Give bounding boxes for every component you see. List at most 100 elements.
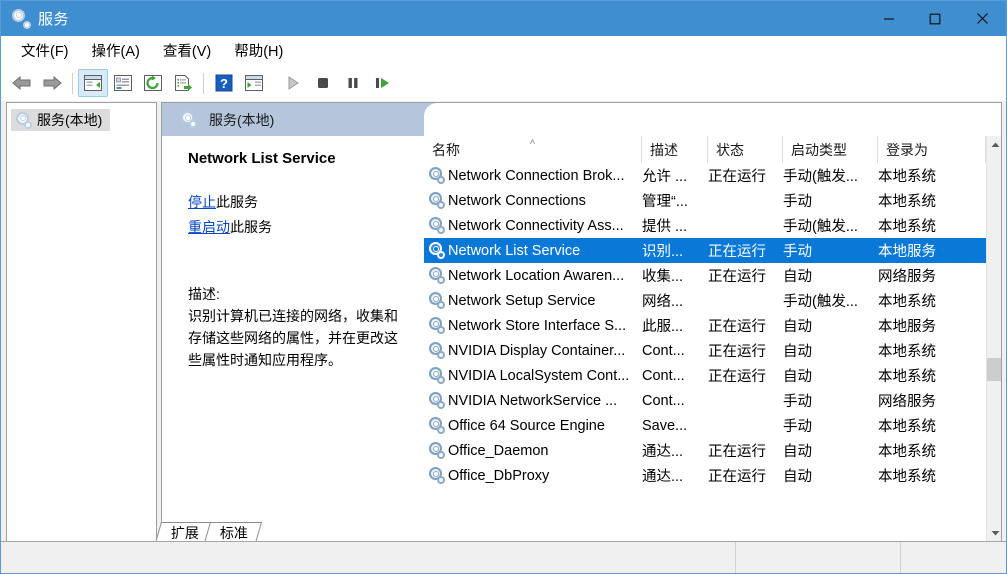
column-name[interactable]: 名称˄ bbox=[424, 136, 642, 163]
toolbar-separator-2 bbox=[203, 73, 204, 94]
vertical-scrollbar[interactable] bbox=[986, 136, 1002, 541]
table-row[interactable]: Network Location Awaren...收集...正在运行自动网络服… bbox=[424, 263, 986, 288]
start-service-icon[interactable] bbox=[278, 69, 308, 97]
list-header-corner bbox=[424, 103, 1002, 136]
service-gear-icon bbox=[428, 167, 445, 184]
table-row[interactable]: Network Connection Brok...允许 ...正在运行手动(触… bbox=[424, 163, 986, 188]
restart-service-action: 重启动此服务 bbox=[188, 217, 410, 238]
table-row[interactable]: Network Store Interface S...此服...正在运行自动本… bbox=[424, 313, 986, 338]
table-row[interactable]: NVIDIA NetworkService ...Cont...手动网络服务 bbox=[424, 388, 986, 413]
status-segment-main bbox=[1, 542, 736, 573]
cell-name: NVIDIA Display Container... bbox=[424, 338, 642, 363]
column-name-label: 名称 bbox=[432, 140, 460, 160]
cell-status: 正在运行 bbox=[708, 313, 783, 338]
cell-description: Cont... bbox=[642, 338, 708, 363]
maximize-button[interactable] bbox=[912, 1, 958, 36]
cell-name: Network Location Awaren... bbox=[424, 263, 642, 288]
restart-service-icon[interactable] bbox=[368, 69, 398, 97]
back-arrow-icon[interactable] bbox=[7, 69, 37, 97]
cell-description: 提供 ... bbox=[642, 213, 708, 238]
pause-service-icon[interactable] bbox=[338, 69, 368, 97]
show-hide-console-tree-icon[interactable] bbox=[78, 69, 108, 97]
detail-pane: 服务(本地) Network List Service 停止此服务 重启动此服务… bbox=[162, 103, 424, 541]
cell-description: Save... bbox=[642, 413, 708, 438]
service-gear-icon bbox=[428, 442, 445, 459]
menu-file[interactable]: 文件(F) bbox=[12, 37, 78, 65]
service-name-text: Network Location Awaren... bbox=[448, 268, 624, 284]
service-name-text: NVIDIA LocalSystem Cont... bbox=[448, 368, 629, 384]
table-row[interactable]: NVIDIA LocalSystem Cont...Cont...正在运行自动本… bbox=[424, 363, 986, 388]
cell-status: 正在运行 bbox=[708, 263, 783, 288]
table-row[interactable]: Office_DbProxy通达...正在运行自动本地系统 bbox=[424, 463, 986, 488]
cell-name: Office_DbProxy bbox=[424, 463, 642, 488]
table-row[interactable]: Network List Service识别...正在运行手动本地服务 bbox=[424, 238, 986, 263]
forward-arrow-icon[interactable] bbox=[37, 69, 67, 97]
cell-description: Cont... bbox=[642, 388, 708, 413]
minimize-button[interactable] bbox=[866, 1, 912, 36]
scroll-up-arrow-icon[interactable] bbox=[987, 136, 1002, 153]
cell-name: Network Connectivity Ass... bbox=[424, 213, 642, 238]
tab-standard-label: 标准 bbox=[220, 523, 248, 543]
cell-log-on-as: 本地系统 bbox=[878, 288, 986, 313]
cell-status: 正在运行 bbox=[708, 463, 783, 488]
stop-service-icon[interactable] bbox=[308, 69, 338, 97]
column-status[interactable]: 状态 bbox=[708, 136, 783, 163]
cell-description: 此服... bbox=[642, 313, 708, 338]
restart-service-link[interactable]: 重启动 bbox=[188, 219, 230, 235]
menu-view[interactable]: 查看(V) bbox=[154, 37, 220, 65]
cell-log-on-as: 本地系统 bbox=[878, 213, 986, 238]
table-row[interactable]: Office 64 Source EngineSave...手动本地系统 bbox=[424, 413, 986, 438]
cell-startup-type: 手动(触发... bbox=[783, 163, 878, 188]
table-row[interactable]: Network Connections管理“...手动本地系统 bbox=[424, 188, 986, 213]
column-startup-type[interactable]: 启动类型 bbox=[783, 136, 878, 163]
service-gear-icon bbox=[428, 367, 445, 384]
stop-service-link[interactable]: 停止 bbox=[188, 194, 216, 210]
service-name-text: Network Connection Brok... bbox=[448, 168, 625, 184]
cell-description: 收集... bbox=[642, 263, 708, 288]
table-row[interactable]: Network Setup Service网络...手动(触发...本地系统 bbox=[424, 288, 986, 313]
service-gear-icon bbox=[428, 342, 445, 359]
service-gear-icon bbox=[428, 467, 445, 484]
column-log-on-as[interactable]: 登录为 bbox=[878, 136, 986, 163]
close-button[interactable] bbox=[958, 1, 1006, 36]
detail-pane-body: Network List Service 停止此服务 重启动此服务 描述: 识别… bbox=[162, 136, 424, 371]
cell-status: 正在运行 bbox=[708, 338, 783, 363]
list-column-headers: 名称˄描述状态启动类型登录为 bbox=[424, 136, 1002, 163]
scrollbar-thumb[interactable] bbox=[987, 358, 1002, 381]
export-list-icon[interactable] bbox=[168, 69, 198, 97]
cell-startup-type: 手动 bbox=[783, 238, 878, 263]
menu-action[interactable]: 操作(A) bbox=[83, 37, 149, 65]
title-bar[interactable]: 服务 bbox=[1, 1, 1006, 36]
description-text: 识别计算机已连接的网络，收集和存储这些网络的属性，并在更改这些属性时通知应用程序… bbox=[188, 305, 410, 371]
tree-item-services-local[interactable]: 服务(本地) bbox=[11, 109, 110, 131]
help-icon[interactable]: ? bbox=[209, 69, 239, 97]
cell-status: 正在运行 bbox=[708, 163, 783, 188]
service-name-text: Network Setup Service bbox=[448, 293, 595, 309]
services-window: 服务 文件(F) 操作(A) 查看(V) 帮助(H) bbox=[0, 0, 1007, 574]
refresh-icon[interactable] bbox=[138, 69, 168, 97]
scroll-down-arrow-icon[interactable] bbox=[987, 524, 1002, 541]
service-name-text: NVIDIA NetworkService ... bbox=[448, 393, 617, 409]
service-name-text: Network Connectivity Ass... bbox=[448, 218, 624, 234]
selected-service-name: Network List Service bbox=[188, 150, 410, 167]
view-tabs: 扩展 标准 bbox=[158, 519, 256, 543]
cell-name: Network Setup Service bbox=[424, 288, 642, 313]
status-bar bbox=[1, 541, 1006, 573]
cell-startup-type: 手动 bbox=[783, 388, 878, 413]
cell-description: 网络... bbox=[642, 288, 708, 313]
cell-log-on-as: 本地系统 bbox=[878, 188, 986, 213]
service-gear-icon bbox=[428, 292, 445, 309]
cell-startup-type: 自动 bbox=[783, 263, 878, 288]
table-row[interactable]: Network Connectivity Ass...提供 ...手动(触发..… bbox=[424, 213, 986, 238]
service-gear-icon bbox=[428, 242, 445, 259]
show-action-pane-icon[interactable] bbox=[239, 69, 269, 97]
table-row[interactable]: NVIDIA Display Container...Cont...正在运行自动… bbox=[424, 338, 986, 363]
column-description[interactable]: 描述 bbox=[642, 136, 708, 163]
menu-help[interactable]: 帮助(H) bbox=[225, 37, 292, 65]
services-gear-icon bbox=[180, 111, 197, 128]
tab-standard[interactable]: 标准 bbox=[204, 522, 262, 543]
detail-pane-header: 服务(本地) bbox=[162, 103, 424, 136]
properties-icon[interactable] bbox=[108, 69, 138, 97]
table-row[interactable]: Office_Daemon通达...正在运行自动本地系统 bbox=[424, 438, 986, 463]
cell-status: 正在运行 bbox=[708, 438, 783, 463]
